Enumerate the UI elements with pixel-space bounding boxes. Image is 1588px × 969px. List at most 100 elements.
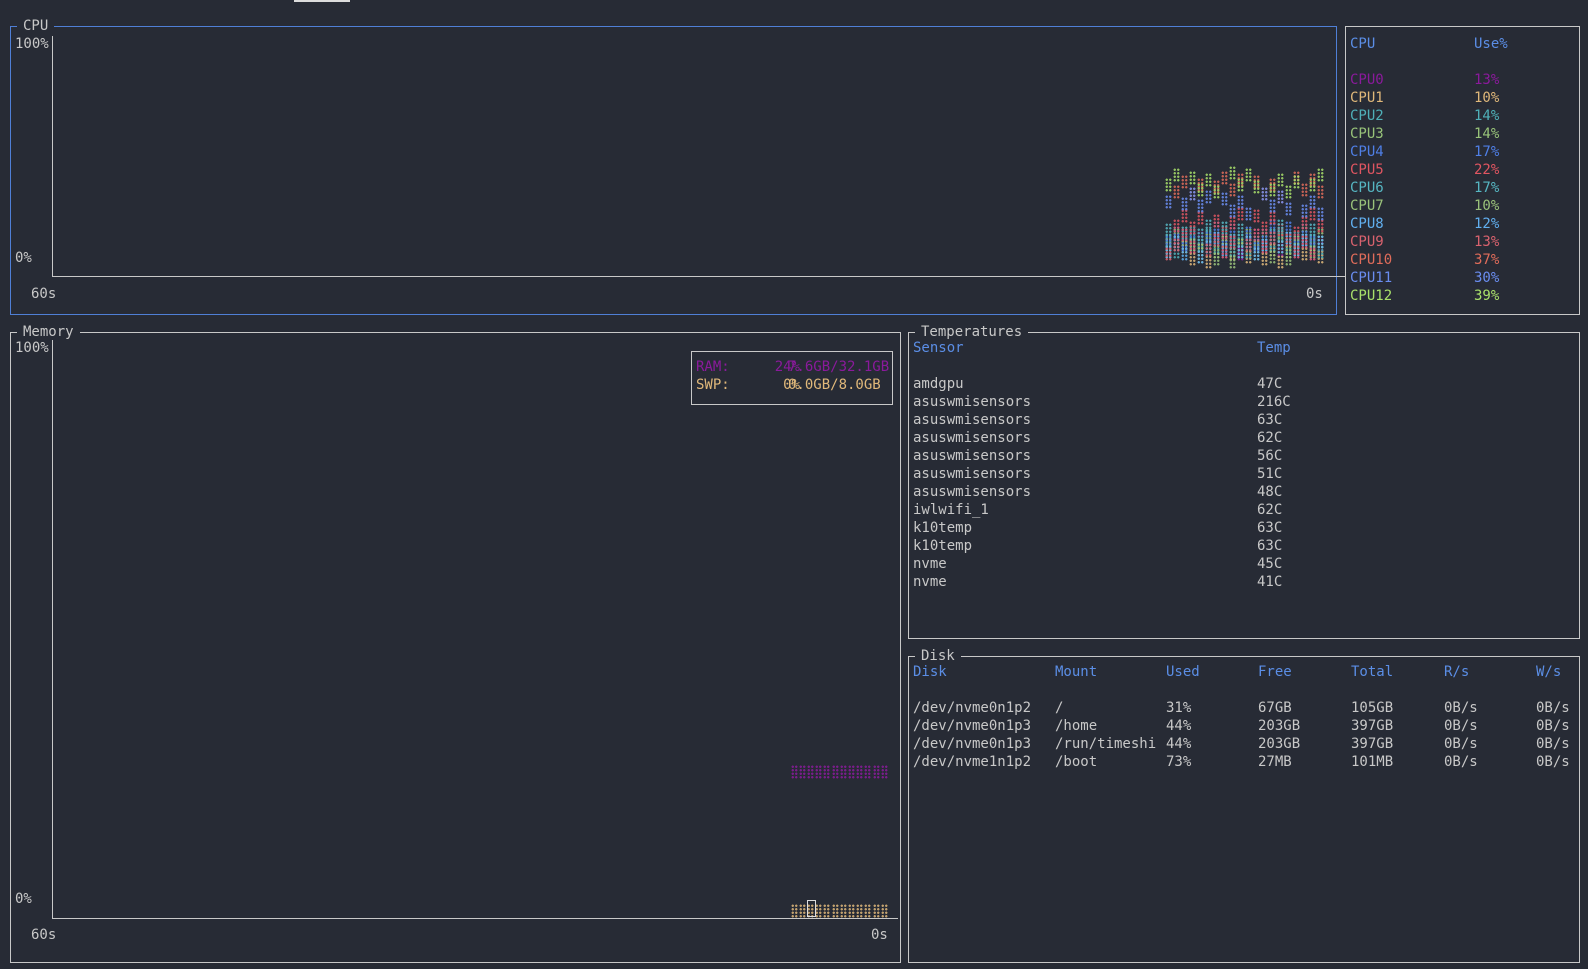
temp-value: 41C [1257,574,1283,590]
cpu-graph-point [1285,252,1292,267]
cpu-x-start-label: 60s [31,286,57,302]
cpu-graph-point [1165,177,1172,192]
cpu-graph-point [1189,170,1196,185]
temp-sensor: asuswmisensors [913,484,1032,500]
temp-sensor: k10temp [913,538,973,554]
temp-col-header-temp[interactable]: Temp [1257,339,1291,357]
disk-col-header-mount[interactable]: Mount [1055,663,1097,681]
cpu-legend-row[interactable]: CPU7 10% [1346,197,1576,215]
cpu-legend-row[interactable]: CPU9 13% [1346,233,1576,251]
swap-graph-point [790,904,798,918]
cpu-graph-point [1229,254,1236,269]
temp-table-row[interactable]: asuswmisensors 216C [909,393,1569,411]
memory-graph-panel[interactable]: Memory 100% 0% 60s 0s RAM: 24% 7.6GB/32.1G… [10,323,901,963]
cpu-usage: 13% [1474,234,1500,250]
disk-total: 105GB [1351,700,1394,716]
cpu-legend-row[interactable]: CPU6 17% [1346,179,1576,197]
cpu-legend-row[interactable]: CPU3 14% [1346,125,1576,143]
cpu-name: CPU12 [1350,288,1393,304]
cpu-graph-panel[interactable]: CPU 100% 0% 60s 0s [10,17,1346,315]
cpu-graph-point [1189,187,1196,202]
cpu-graph-point [1237,177,1244,192]
cpu-graph-point [1173,168,1180,183]
disk-col-header-used[interactable]: Used [1166,663,1200,681]
temp-sensor: k10temp [913,520,973,536]
cpu-usage: 10% [1474,90,1500,106]
cpu-graph-point [1165,194,1172,209]
cpu-graph-point [1245,168,1252,183]
cpu-name: CPU11 [1350,270,1393,286]
cpu-graph-point [1309,177,1316,192]
cpu-legend-row[interactable]: CPU8 12% [1346,215,1576,233]
disk-col-header-free[interactable]: Free [1258,663,1292,681]
temp-table-row[interactable]: asuswmisensors 51C [909,465,1569,483]
cpu-legend-row[interactable]: CPU12 39% [1346,287,1576,305]
cpu-graph-point [1317,235,1324,250]
cpu-col-header-cpu[interactable]: CPU [1350,35,1375,53]
cpu-graph-point [1189,221,1196,235]
cpu-legend-row[interactable]: CPU11 30% [1346,269,1576,287]
temp-col-header-sensor[interactable]: Sensor [913,339,964,357]
cpu-graph-point [1293,245,1300,259]
disk-table-row[interactable]: /dev/nvme1n1p2/boot 73% 27MB 101MB 0B/s 0B/s [909,753,1570,771]
disk-name: /dev/nvme0n1p3 [913,718,1032,734]
memory-y-min-label: 0% [15,891,32,907]
cpu-legend-row[interactable]: CPU5 22% [1346,161,1576,179]
cpu-legend-row[interactable]: CPU10 37% [1346,251,1576,269]
disk-col-header-rs[interactable]: R/s [1444,663,1469,681]
cpu-graph-point [1229,165,1236,180]
swap-graph-point [815,904,823,918]
cpu-legend-row[interactable]: CPU0 13% [1346,71,1576,89]
disk-free: 203GB [1258,736,1301,752]
temp-table-row[interactable]: amdgpu 47C [909,375,1569,393]
cpu-legend-row[interactable]: CPU4 17% [1346,143,1576,161]
cpu-graph-point [1317,185,1324,199]
disk-table-row[interactable]: /dev/nvme0n1p3/run/timeshi 44% 203GB 397GB 0… [909,735,1570,753]
disk-table-row[interactable]: /dev/nvme0n1p3/home 44% 203GB 397GB 0B/s 0B/s [909,717,1570,735]
cpu-graph-point [1237,223,1244,238]
cpu-graph-point [1285,201,1292,216]
cpu-legend-row[interactable]: CPU2 14% [1346,107,1576,125]
cpu-graph-point [1253,180,1260,195]
cpu-col-header-use[interactable]: Use% [1474,35,1508,53]
cpu-graph-point [1245,237,1252,252]
temp-table-row[interactable]: nvme 41C [909,573,1569,591]
cpu-graph-point [1181,209,1188,223]
disk-free: 67GB [1258,700,1292,716]
disk-col-header-total[interactable]: Total [1351,663,1393,681]
cpu-graph-point [1309,194,1316,209]
cpu-graph-point [1189,240,1196,255]
disk-col-header-disk[interactable]: Disk [913,663,947,681]
temp-table-row[interactable]: asuswmisensors 63C [909,411,1569,429]
temp-table-row[interactable]: k10temp 63C [909,537,1569,555]
cpu-graph-point [1213,233,1220,247]
disk-panel[interactable]: Disk Disk Mount Used Free Total R/s W/s /dev/n… [908,647,1580,963]
cpu-legend-row[interactable]: CPU1 10% [1346,89,1576,107]
disk-col-header-ws[interactable]: W/s [1536,663,1561,681]
temp-table-row[interactable]: asuswmisensors 56C [909,447,1569,465]
cpu-x-axis [52,276,1346,277]
cpu-graph-point [1229,216,1236,231]
ram-graph-point [790,765,798,780]
cpu-graph-point [1173,185,1180,199]
cpu-graph-point [1229,182,1236,197]
disk-read-rate: 0B/s [1444,736,1478,752]
temp-table-row[interactable]: nvme 45C [909,555,1569,573]
cpu-graph-point [1261,187,1268,202]
disk-table-row[interactable]: /dev/nvme0n1p2 / 31% 67GB 105GB 0B/s 0B/s [909,699,1570,717]
temp-table-row[interactable]: iwlwifi_1 62C [909,501,1569,519]
temp-table-row[interactable]: asuswmisensors 48C [909,483,1569,501]
cpu-graph-point [1317,168,1324,183]
temp-table-row[interactable]: asuswmisensors 62C [909,429,1569,447]
disk-mount: / [1055,700,1064,716]
cpu-graph-point [1229,235,1236,250]
cpu-legend-panel[interactable]: CPU Use% CPU0 13% CPU1 10% CPU2 14% CPU3 14% CPU… [1345,26,1580,315]
cpu-graph-point [1197,182,1204,197]
cpu-graph-point [1277,173,1284,187]
temp-value: 62C [1257,430,1283,446]
temperatures-panel[interactable]: Temperatures Sensor Temp amdgpu 47C asuswm… [908,323,1580,639]
ram-graph-point [831,765,839,780]
cpu-graph-point [1277,218,1284,233]
temp-table-row[interactable]: k10temp 63C [909,519,1569,537]
ram-graph-point [872,765,880,780]
